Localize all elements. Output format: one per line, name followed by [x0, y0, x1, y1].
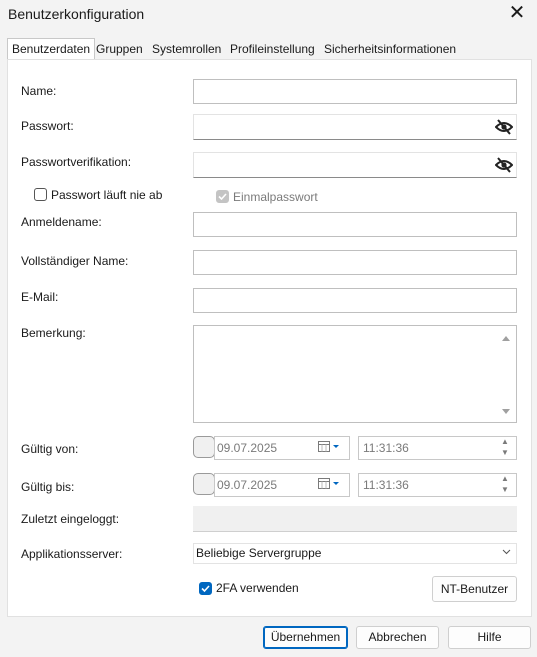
- window-title: Benutzerkonfiguration: [8, 6, 145, 22]
- calendar-icon[interactable]: [318, 441, 340, 453]
- password-label: Passwort:: [21, 119, 74, 133]
- help-button[interactable]: Hilfe: [448, 626, 531, 649]
- valid-from-toggle[interactable]: [193, 436, 215, 458]
- one-time-password-checkbox: [216, 190, 229, 203]
- chevron-down-icon[interactable]: [502, 549, 511, 555]
- cancel-button[interactable]: Abbrechen: [356, 626, 439, 649]
- valid-from-label: Gültig von:: [21, 442, 79, 456]
- app-server-value: Beliebige Servergruppe: [196, 546, 322, 560]
- name-input[interactable]: [193, 79, 517, 104]
- never-expires-checkbox[interactable]: [34, 188, 47, 201]
- valid-to-time-up-icon[interactable]: ▲: [500, 474, 510, 483]
- email-input[interactable]: [193, 288, 517, 313]
- tab-benutzerdaten[interactable]: Benutzerdaten: [7, 38, 96, 60]
- valid-to-time-down-icon[interactable]: ▼: [500, 485, 510, 494]
- valid-to-toggle[interactable]: [193, 473, 215, 495]
- remark-label: Bemerkung:: [21, 326, 86, 340]
- nt-user-button[interactable]: NT-Benutzer: [432, 576, 517, 602]
- twofa-label: 2FA verwenden: [216, 581, 299, 595]
- twofa-checkbox[interactable]: [199, 582, 212, 595]
- tab-gruppen[interactable]: Gruppen: [96, 39, 143, 59]
- checkmark-icon: [201, 585, 210, 593]
- last-login-field: [193, 506, 517, 532]
- valid-to-date: 09.07.2025: [217, 478, 278, 492]
- password-verify-input[interactable]: [193, 152, 517, 178]
- valid-from-time-down-icon[interactable]: ▼: [500, 448, 510, 457]
- checkmark-icon: [218, 193, 227, 201]
- scroll-down-icon[interactable]: [501, 408, 511, 416]
- valid-from-time-up-icon[interactable]: ▲: [500, 437, 510, 446]
- password-verify-label: Passwortverifikation:: [21, 155, 132, 169]
- close-icon[interactable]: ✕: [507, 2, 527, 24]
- login-name-input[interactable]: [193, 212, 517, 237]
- login-name-label: Anmeldename:: [21, 215, 102, 229]
- full-name-label: Vollständiger Name:: [21, 254, 129, 268]
- tab-sicherheitsinformationen[interactable]: Sicherheitsinformationen: [324, 39, 456, 59]
- full-name-input[interactable]: [193, 250, 517, 275]
- tab-profileinstellung[interactable]: Profileinstellung: [230, 39, 315, 59]
- app-server-label: Applikationsserver:: [21, 547, 123, 561]
- valid-to-time: 11:31:36: [363, 478, 409, 492]
- remark-textarea[interactable]: [193, 325, 517, 423]
- last-login-label: Zuletzt eingeloggt:: [21, 512, 120, 526]
- valid-to-label: Gültig bis:: [21, 480, 75, 494]
- valid-from-time: 11:31:36: [363, 441, 409, 455]
- eye-off-icon[interactable]: [495, 119, 513, 135]
- email-label: E-Mail:: [21, 290, 59, 304]
- never-expires-label: Passwort läuft nie ab: [51, 188, 163, 202]
- name-label: Name:: [21, 84, 57, 98]
- apply-button[interactable]: Übernehmen: [263, 626, 348, 649]
- scroll-up-icon[interactable]: [501, 334, 511, 342]
- password-input[interactable]: [193, 114, 517, 140]
- calendar-icon[interactable]: [318, 478, 340, 490]
- eye-off-icon[interactable]: [495, 157, 513, 173]
- one-time-password-label: Einmalpasswort: [233, 190, 318, 204]
- valid-from-date: 09.07.2025: [217, 441, 278, 455]
- tab-systemrollen[interactable]: Systemrollen: [152, 39, 221, 59]
